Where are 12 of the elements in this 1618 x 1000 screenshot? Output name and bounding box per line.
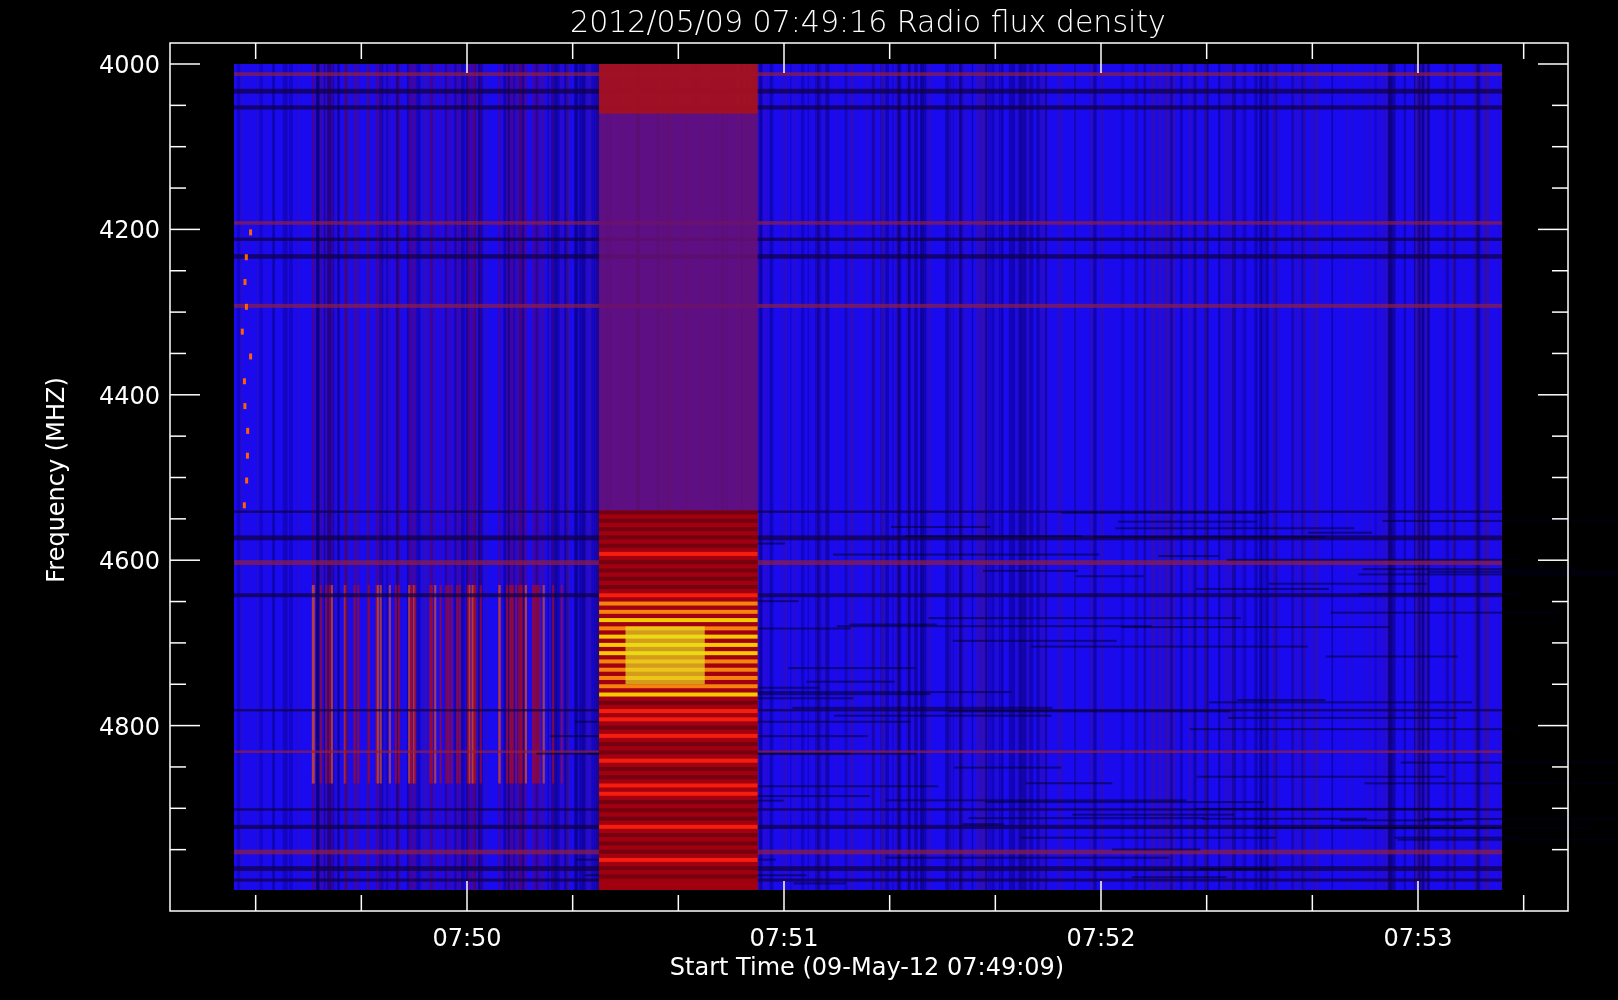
- y-tick-label: 4000: [98, 51, 160, 79]
- y-tick-label: 4800: [98, 712, 160, 741]
- y-tick-label: 4200: [98, 216, 160, 245]
- x-tick-label: 07:53: [1383, 924, 1453, 952]
- y-tick-label: 4600: [98, 547, 160, 576]
- y-tick-label: 4400: [98, 381, 160, 410]
- x-axis-label: Start Time (09-May-12 07:49:09): [669, 953, 1065, 981]
- x-tick-label: 07:51: [749, 924, 819, 952]
- x-tick-label: 07:50: [432, 924, 502, 952]
- x-tick-label: 07:52: [1066, 924, 1136, 952]
- y-axis-label: Frequency (MHZ): [42, 377, 70, 583]
- plot-title: 2012/05/09 07:49:16 Radio flux density: [570, 4, 1166, 39]
